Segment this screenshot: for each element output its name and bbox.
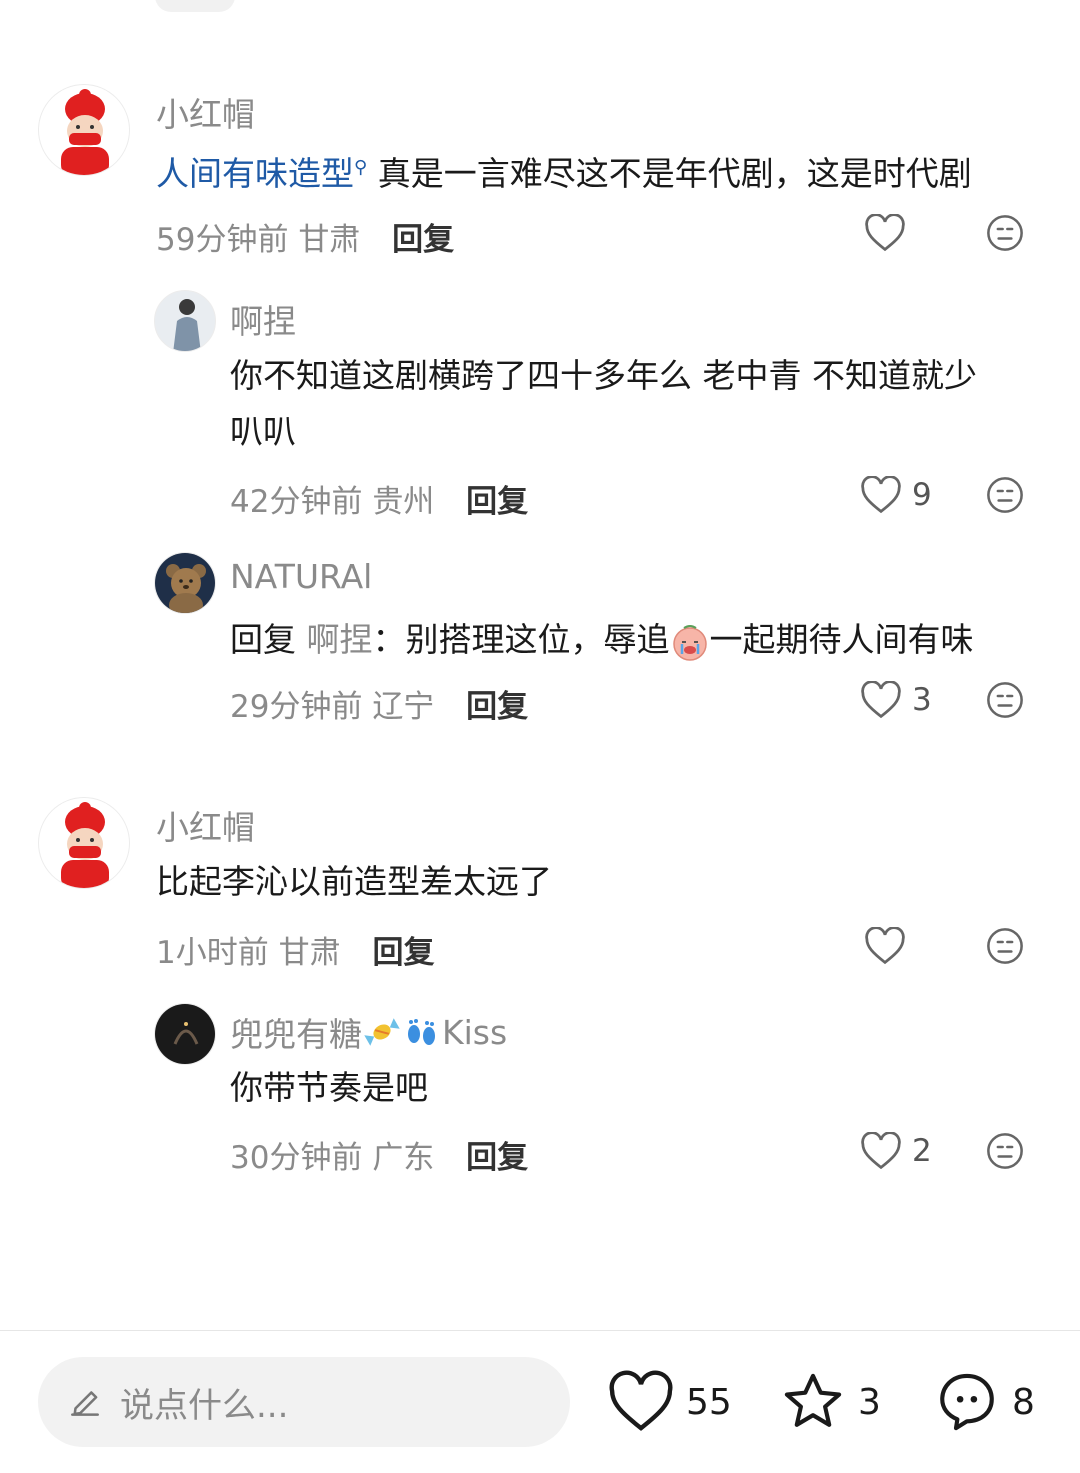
neutral-face-icon[interactable]: [986, 927, 1024, 965]
comment-body-continued: 叭叭: [230, 412, 296, 451]
favorite-total: 3: [858, 1381, 881, 1423]
like-button[interactable]: 2: [860, 1132, 932, 1170]
comment-body: 你带节奏是吧: [230, 1068, 428, 1107]
author-name-suffix: Kiss: [442, 1012, 508, 1052]
red-hat-avatar-icon: [39, 85, 129, 175]
like-total: 55: [686, 1381, 732, 1423]
comment-meta: 29分钟前 辽宁 回复: [230, 681, 528, 726]
neutral-face-icon[interactable]: [986, 1132, 1024, 1170]
reply-button[interactable]: 回复: [466, 1140, 528, 1176]
search-icon: ⚲: [354, 157, 368, 178]
heart-icon: [865, 927, 905, 965]
comment-body-end: 一起期待人间有味: [709, 620, 974, 659]
red-hat-avatar-icon: [39, 798, 129, 888]
heart-icon: [861, 476, 901, 514]
comment-input[interactable]: 说点什么...: [38, 1357, 570, 1447]
like-button[interactable]: [864, 927, 906, 965]
comment-meta: 30分钟前 广东 回复: [230, 1132, 528, 1177]
comment-location: 辽宁: [372, 689, 435, 725]
star-icon: [784, 1373, 842, 1427]
comment-time: 59分钟前: [156, 222, 289, 258]
previous-expand-pill[interactable]: [155, 0, 235, 12]
comment-location: 甘肃: [278, 935, 341, 971]
candy-emoji-icon: [364, 1018, 400, 1046]
comment-text: 回复 啊捏：别搭理这位，辱追 一起期待人间有味: [230, 612, 974, 668]
comment-time: 30分钟前: [230, 1140, 363, 1176]
comment-meta: 59分钟前 甘肃 回复: [156, 214, 454, 259]
reply-button[interactable]: 回复: [466, 484, 528, 520]
reply-target-user[interactable]: 啊捏: [307, 620, 373, 659]
comment-body: ：别搭理这位，辱追: [372, 620, 670, 659]
like-button[interactable]: [864, 214, 906, 252]
comment-location: 甘肃: [298, 222, 361, 258]
comment-body: 真是一言难尽这不是年代剧，这是时代剧: [377, 154, 972, 193]
neutral-face-icon[interactable]: [986, 476, 1024, 514]
bottom-action-bar: 说点什么... 55 3 8: [0, 1331, 1080, 1473]
avatar[interactable]: [38, 84, 130, 176]
reply-button[interactable]: 回复: [392, 222, 454, 258]
comment-location: 贵州: [372, 484, 435, 520]
comment-time: 1小时前: [156, 935, 269, 971]
comment-input-placeholder: 说点什么...: [120, 1385, 289, 1426]
heart-icon: [865, 214, 905, 252]
avatar[interactable]: [154, 1003, 216, 1065]
comment-meta: 42分钟前 贵州 回复: [230, 476, 528, 521]
like-button[interactable]: 3: [860, 681, 932, 719]
topic-link[interactable]: 人间有味造型: [156, 154, 354, 193]
comment-meta: 1小时前 甘肃 回复: [156, 927, 434, 972]
comment-time: 29分钟前: [230, 689, 363, 725]
like-count: 3: [912, 682, 932, 718]
comment-text: 人间有味造型⚲ 真是一言难尽这不是年代剧，这是时代剧: [156, 140, 972, 202]
pencil-icon: [71, 1391, 99, 1416]
comment-author[interactable]: 小红帽: [156, 88, 255, 136]
crying-face-emoji-icon: [672, 624, 707, 661]
comment-body: 你不知道这剧横跨了四十多年么 老中青 不知道就少: [230, 356, 977, 395]
like-count: 2: [912, 1133, 932, 1169]
heart-icon: [861, 1132, 901, 1170]
heart-icon: [609, 1370, 673, 1431]
favorite-button[interactable]: 3: [780, 1369, 881, 1435]
like-button[interactable]: 9: [860, 476, 932, 514]
comment-location: 广东: [372, 1140, 435, 1176]
comment-total: 8: [1012, 1381, 1035, 1423]
neutral-face-icon[interactable]: [986, 214, 1024, 252]
reply-button[interactable]: 回复: [466, 689, 528, 725]
teddy-bear-avatar-icon: [155, 553, 215, 613]
person-photo-avatar-icon: [155, 291, 215, 351]
comment-body: 比起李沁以前造型差太远了: [156, 862, 552, 901]
comments-button[interactable]: 8: [934, 1369, 1035, 1435]
comment-author[interactable]: NATURAl: [230, 557, 372, 596]
dark-portrait-avatar-icon: [155, 1004, 215, 1064]
heart-icon: [861, 681, 901, 719]
reply-button[interactable]: 回复: [372, 935, 434, 971]
author-name: 兜兜有糖: [230, 1015, 362, 1054]
comment-author[interactable]: 小红帽: [156, 801, 255, 849]
avatar[interactable]: [154, 290, 216, 352]
like-count: 9: [912, 477, 932, 513]
avatar[interactable]: [154, 552, 216, 614]
comment-author[interactable]: 兜兜有糖 Kiss: [230, 1008, 507, 1056]
footprints-emoji-icon: [408, 1019, 435, 1045]
reply-prefix: 回复: [230, 620, 296, 659]
chat-bubble-icon: [940, 1373, 994, 1431]
comment-author[interactable]: 啊捏: [230, 295, 296, 343]
comment-time: 42分钟前: [230, 484, 363, 520]
avatar[interactable]: [38, 797, 130, 889]
like-post-button[interactable]: 55: [608, 1369, 732, 1435]
neutral-face-icon[interactable]: [986, 681, 1024, 719]
